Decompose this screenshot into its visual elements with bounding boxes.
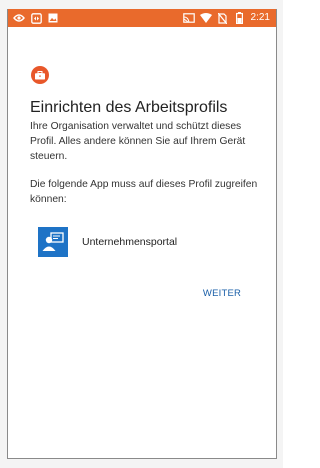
next-button[interactable]: WEITER — [198, 282, 246, 304]
apps-intro-text: Die folgende App muss auf dieses Profil … — [30, 179, 258, 205]
status-bar: 2:21 — [8, 9, 276, 27]
page-title: Einrichten des Arbeitsprofils — [30, 99, 228, 116]
rotate-icon — [30, 12, 42, 24]
briefcase-icon — [31, 66, 49, 84]
app-list-item: Unternehmensportal — [38, 227, 177, 257]
status-bar-left — [13, 12, 59, 24]
app-name: Unternehmensportal — [82, 236, 178, 248]
image-icon — [47, 12, 59, 24]
eye-icon — [13, 12, 25, 24]
no-sim-icon — [217, 12, 229, 24]
battery-icon — [234, 12, 246, 24]
screen: 2:21 Einrichten des Arbeitsprofils Ihre … — [7, 9, 277, 459]
clock: 2:21 — [250, 12, 270, 23]
work-profile-setup: Einrichten des Arbeitsprofils Ihre Organ… — [8, 27, 276, 458]
wifi-icon — [199, 12, 212, 24]
description-text: Ihre Organisation verwaltet und schützt … — [30, 121, 246, 162]
device-frame: 2:21 Einrichten des Arbeitsprofils Ihre … — [0, 0, 283, 468]
status-bar-right: 2:21 — [182, 11, 270, 25]
company-portal-icon — [38, 227, 68, 257]
cast-icon — [182, 12, 195, 24]
